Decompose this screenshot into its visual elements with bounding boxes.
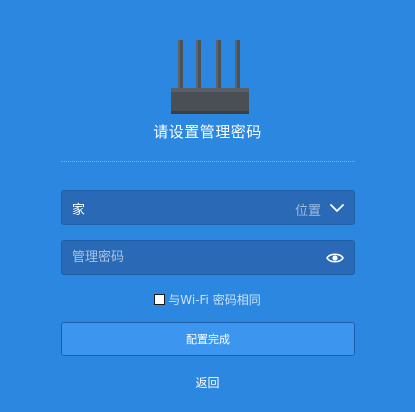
location-select[interactable]: 家 位置 <box>61 190 355 225</box>
page-title: 请设置管理密码 <box>153 123 262 141</box>
finish-button[interactable]: 配置完成 <box>61 322 355 356</box>
router-icon <box>171 40 249 114</box>
back-link[interactable]: 返回 <box>0 374 415 391</box>
location-value: 家 <box>72 203 86 218</box>
chevron-down-icon[interactable] <box>330 202 344 214</box>
eye-icon[interactable] <box>326 251 344 265</box>
divider <box>61 161 355 162</box>
same-as-wifi-checkbox[interactable] <box>154 294 166 305</box>
same-as-wifi-option[interactable]: 与Wi-Fi 密码相同 <box>0 291 415 308</box>
password-field[interactable] <box>61 240 355 275</box>
location-placeholder: 位置 <box>294 204 321 219</box>
same-as-wifi-label: 与Wi-Fi 密码相同 <box>168 293 261 307</box>
password-input[interactable] <box>62 241 312 274</box>
